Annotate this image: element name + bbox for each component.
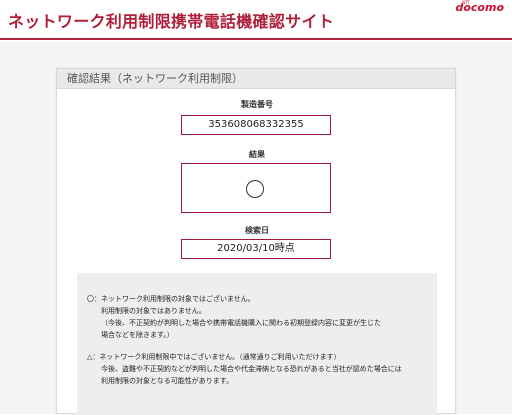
legend-triangle-text-cont: 利用制限の対象となる可能性があります。 xyxy=(101,377,234,385)
page-background: 確認結果（ネットワーク利用制限） 製造番号 353608068332355 結果… xyxy=(0,42,512,415)
result-panel: 確認結果（ネットワーク利用制限） 製造番号 353608068332355 結果… xyxy=(56,68,456,415)
result-box xyxy=(181,163,331,213)
legend-circle-note-cont: 場合などを除きます。） xyxy=(101,331,174,339)
panel-heading: 確認結果（ネットワーク利用制限） xyxy=(57,69,455,89)
site-header: ネットワーク利用制限携帯電話機確認サイト NTT docomo xyxy=(0,0,512,40)
legend-circle-text: 利用制限の対象ではありません。 xyxy=(101,307,206,315)
date-label: 検索日 xyxy=(245,226,269,235)
circle-icon xyxy=(246,180,264,198)
site-title: ネットワーク利用制限携帯電話機確認サイト xyxy=(8,12,335,31)
imei-label: 製造番号 xyxy=(241,100,273,109)
legend-circle-note: （今後、不正契約が判明した場合や携帯電話機購入に関わる初期登録内容に変更が生じた xyxy=(101,319,381,327)
docomo-logo[interactable]: docomo xyxy=(455,2,504,13)
legend-box: 〇：ネットワーク利用制限の対象ではございません。 利用制限の対象ではありません。… xyxy=(77,273,437,415)
date-value: 2020/03/10時点 xyxy=(181,239,331,259)
legend-triangle-text: 今後、盗難や不正契約などが判明した場合や代金滞納となる恐れがあると当社が認めた場… xyxy=(101,365,402,373)
result-label: 結果 xyxy=(249,150,265,159)
legend-circle-title: 〇：ネットワーク利用制限の対象ではございません。 xyxy=(87,295,255,303)
legend-triangle-title: △：ネットワーク利用制限中ではございません。（通常通りご利用いただけます） xyxy=(87,353,341,361)
imei-value: 353608068332355 xyxy=(181,115,331,135)
